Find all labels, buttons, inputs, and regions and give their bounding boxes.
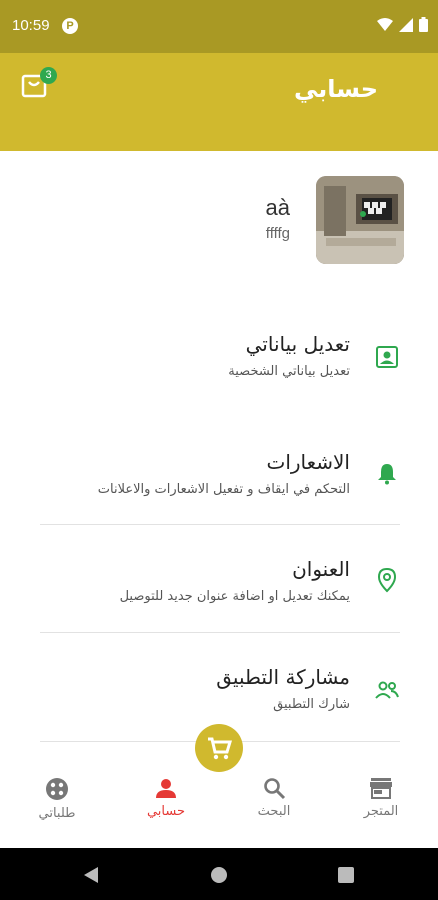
status-indicators (377, 17, 428, 32)
back-icon[interactable] (82, 866, 100, 884)
bell-icon (378, 464, 396, 485)
menu-item-title: العنوان (292, 557, 350, 581)
nav-label-account: حسابي (146, 804, 186, 819)
store-icon (370, 778, 392, 799)
nav-label-search: البحث (257, 804, 291, 819)
profile-photo[interactable] (316, 176, 404, 264)
nav-account[interactable]: حسابي (121, 776, 211, 826)
menu-item-address[interactable]: العنوان يمكنك تعديل او اضافة عنوان جديد … (40, 557, 400, 657)
user-card-icon (376, 346, 398, 368)
app-bar: حسابي 3 (0, 53, 438, 151)
person-icon (156, 779, 176, 798)
divider (40, 632, 400, 633)
profile-name: aà (265, 195, 290, 220)
nav-label-orders: طلباتي (38, 806, 76, 821)
app-notification-icon: P (62, 18, 78, 34)
menu-item-notifications[interactable]: الاشعارات التحكم في ايقاف و تفعيل الاشعا… (40, 450, 400, 550)
page-title: حسابي (293, 75, 378, 103)
battery-icon (419, 17, 428, 32)
location-pin-icon (377, 567, 397, 593)
menu-item-title: مشاركة التطبيق (216, 665, 350, 689)
nav-orders[interactable]: طلباتي (12, 776, 102, 826)
cart-count-badge: 3 (40, 67, 57, 84)
menu-item-subtitle: تعديل بياناتي الشخصية (228, 364, 350, 379)
menu-item-subtitle: التحكم في ايقاف و تفعيل الاشعارات والاعل… (97, 482, 350, 497)
menu-item-edit-profile[interactable]: تعديل بياناتي تعديل بياناتي الشخصية (40, 332, 400, 432)
menu-item-title: الاشعارات (266, 450, 350, 474)
status-bar: 10:59 P (0, 0, 438, 53)
profile-subtitle: ffffg (265, 225, 290, 242)
shopping-cart-icon (208, 737, 233, 760)
signal-icon (399, 17, 413, 32)
recents-icon[interactable] (338, 867, 354, 883)
status-time: 10:59 (12, 17, 50, 34)
nav-search[interactable]: البحث (229, 776, 319, 826)
menu-item-title: تعديل بياناتي (245, 332, 350, 356)
profile-image (316, 176, 404, 264)
share-users-icon (375, 681, 399, 699)
cart-fab-button[interactable] (195, 724, 243, 772)
divider (40, 524, 400, 525)
home-icon[interactable] (210, 866, 228, 884)
menu-item-subtitle: شارك التطبيق (273, 697, 350, 712)
nav-label-store: المتجر (363, 804, 399, 819)
nav-store[interactable]: المتجر (336, 776, 426, 826)
menu-item-subtitle: يمكنك تعديل او اضافة عنوان جديد للتوصيل (119, 589, 350, 604)
wifi-icon (377, 17, 393, 31)
system-navigation-bar (0, 848, 438, 900)
orders-icon (46, 778, 68, 800)
search-icon (264, 778, 286, 800)
